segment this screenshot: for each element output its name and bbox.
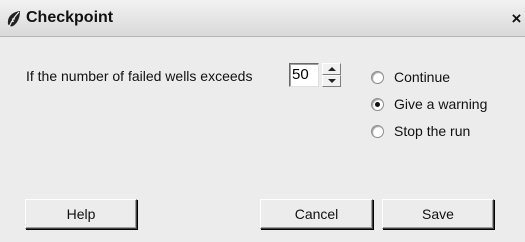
close-button[interactable]: × (508, 9, 525, 28)
checkpoint-dialog: Checkpoint × If the number of failed wel… (0, 0, 525, 242)
radio-button[interactable] (371, 124, 384, 138)
title-bar[interactable]: Checkpoint × (0, 0, 525, 37)
window-title: Checkpoint (26, 9, 114, 26)
save-button[interactable]: Save (382, 199, 494, 229)
radio-button[interactable] (371, 70, 384, 84)
radio-label: Stop the run (394, 123, 471, 139)
radio-label: Continue (394, 69, 451, 85)
spin-up-button[interactable] (322, 63, 341, 75)
threshold-label: If the number of failed wells exceeds (26, 68, 253, 84)
radio-continue[interactable]: Continue (371, 68, 450, 86)
threshold-input[interactable]: 50 (289, 63, 319, 87)
radio-label: Give a warning (394, 96, 488, 112)
threshold-spinner[interactable] (322, 63, 341, 87)
help-button[interactable]: Help (25, 199, 137, 229)
arrow-down-icon (328, 79, 336, 83)
radio-stop-run[interactable]: Stop the run (371, 122, 470, 140)
arrow-up-icon (328, 67, 336, 71)
cancel-button[interactable]: Cancel (260, 199, 373, 229)
radio-button[interactable] (371, 97, 384, 111)
spin-down-button[interactable] (322, 75, 341, 87)
leaf-icon (7, 11, 20, 28)
radio-give-warning[interactable]: Give a warning (371, 95, 487, 113)
